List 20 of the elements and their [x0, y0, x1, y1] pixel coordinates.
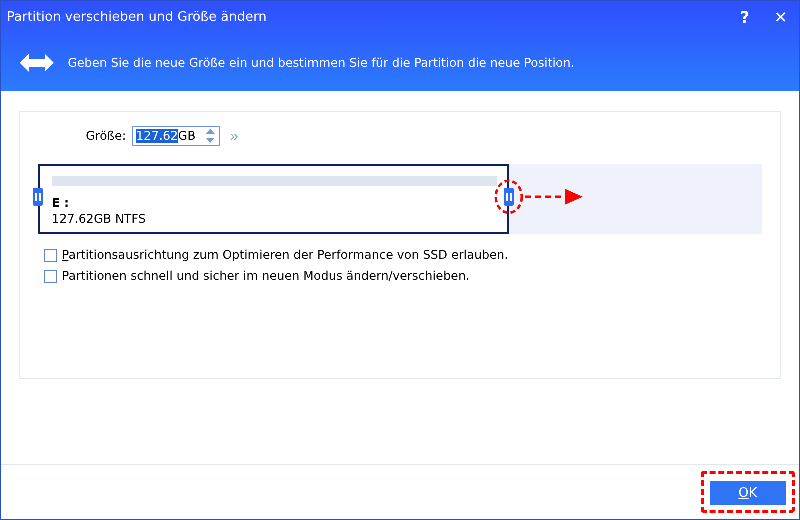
drive-letter: E :	[52, 196, 70, 210]
resize-arrows-icon	[20, 54, 54, 72]
option-label[interactable]: Partitionen schnell und sicher im neuen Modus ändern/verschieben.	[62, 269, 470, 283]
checkbox[interactable]	[44, 248, 57, 262]
size-field[interactable]: 127.62GB	[132, 126, 220, 146]
dashed-arrow-drawing	[524, 188, 585, 206]
partition-block[interactable]: E : 127.62GB NTFS	[38, 164, 509, 234]
header-text: Geben Sie die neue Größe ein und bestimmen Sie für die Partition die neue Position.	[68, 56, 575, 70]
right-handle[interactable]	[504, 188, 514, 206]
checkbox[interactable]	[44, 270, 57, 282]
option-label[interactable]: Partitionsausrichtung zum Optimieren der Performance von SSD erlauben.	[62, 248, 508, 262]
ok-button[interactable]: OK	[710, 481, 786, 505]
left-handle[interactable]	[33, 188, 43, 206]
help-button[interactable]: ?	[727, 2, 763, 32]
close-button[interactable]: ✕	[763, 2, 799, 32]
partition-info: 127.62GB NTFS	[52, 212, 146, 226]
spinner-arrows-icon[interactable]	[206, 129, 216, 143]
window-title: Partition verschieben und Größe ändern	[7, 10, 268, 25]
size-label: Größe:	[86, 129, 126, 143]
dashed-circle-drawing	[494, 179, 524, 215]
